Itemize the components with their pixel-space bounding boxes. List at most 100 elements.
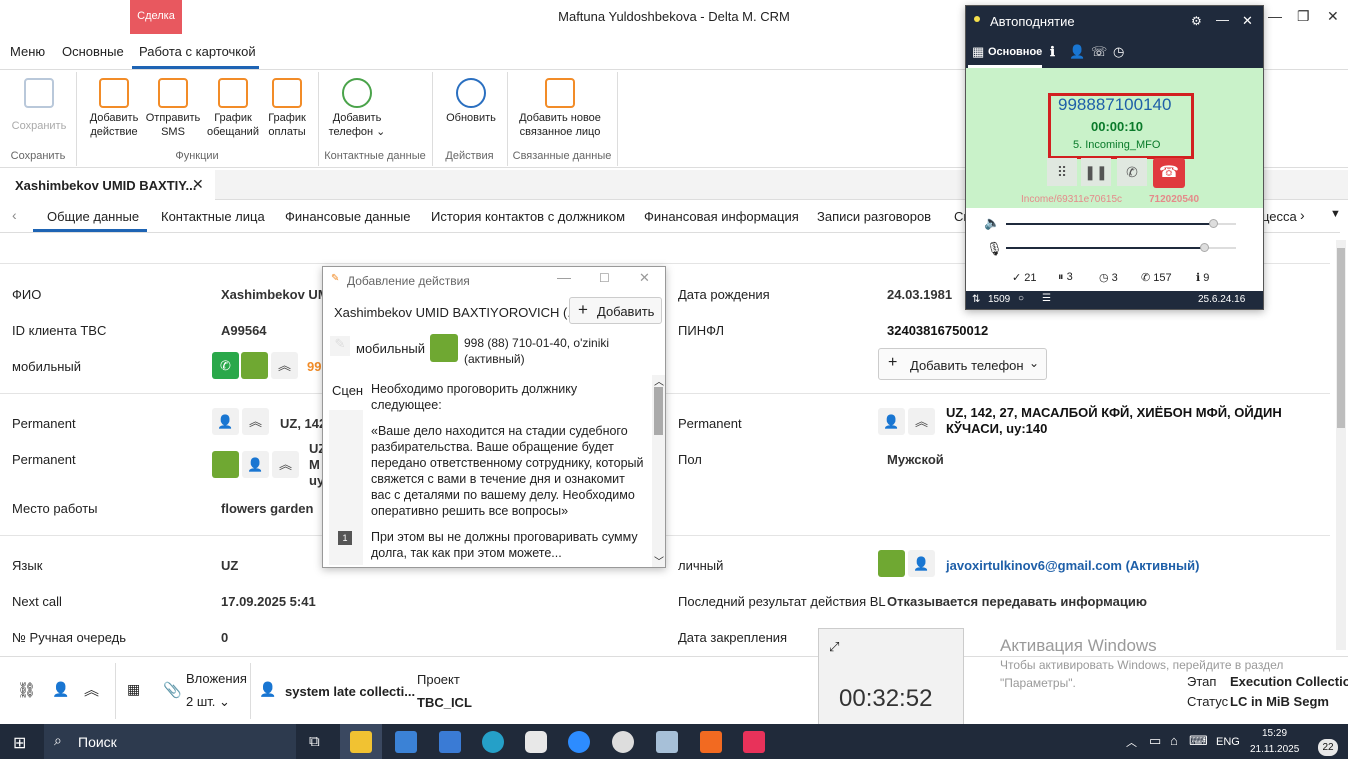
script-text-area[interactable]: Необходимо проговорить должнику следующе… [363,375,651,567]
chevron-right-icon[interactable]: › [1300,207,1305,223]
main-scrollbar[interactable] [1336,240,1346,650]
expand-icon[interactable]: ⤢ [829,639,839,655]
minimize-icon[interactable]: — [1216,12,1229,27]
save-button[interactable]: Сохранить [8,78,70,133]
attachments-count[interactable]: 2 шт. ⌄ [186,694,230,710]
task-view-icon[interactable]: ⧉ [309,733,320,750]
search-icon: ⌕ [54,732,62,748]
scrollbar-thumb[interactable] [1337,248,1345,428]
volume-slider[interactable] [1006,219,1236,228]
add-phone-button[interactable]: Добавить телефон ⌄ [326,78,388,139]
slack-icon[interactable] [525,731,547,753]
close-icon[interactable]: ✕ [1327,8,1339,25]
document-tab[interactable]: Xashimbekov UMID BAXTIY... ✕ [0,170,215,200]
scroll-up-icon[interactable]: ︿ [654,373,664,388]
status-button[interactable] [241,352,268,379]
person-icon[interactable]: 👤 [52,681,69,698]
taskbar-search[interactable]: ⌕ Поиск [44,724,296,759]
remote-desktop-icon[interactable] [656,731,678,753]
promise-schedule-button[interactable]: График обещаний [204,78,262,139]
edge-icon[interactable] [482,731,504,753]
crm-app-icon[interactable] [700,731,722,753]
mic-knob[interactable] [1199,243,1209,252]
add-phone-dropdown[interactable]: + Добавить телефон ⌄ [878,348,1047,380]
scroll-down-icon[interactable]: ﹀ [654,553,664,568]
tab-contact-history[interactable]: История контактов с должником [431,209,625,224]
volume-knob[interactable] [1209,219,1218,228]
chevron-up-icon[interactable]: ︿ [1126,734,1137,750]
row-number: 1 [338,531,352,545]
activation-title: Активация Windows [1000,636,1157,655]
zoom-icon[interactable] [568,731,590,753]
dialog-add-button[interactable]: + Добавить [569,297,662,324]
status-button[interactable] [878,550,905,577]
status-button[interactable] [212,451,239,478]
gear-icon[interactable]: ⚙ [1191,14,1202,28]
send-sms-button[interactable]: Отправить SMS [144,78,202,139]
clock-app-icon[interactable] [612,731,634,753]
refresh-button[interactable]: Обновить [440,78,502,125]
media-app-icon[interactable] [743,731,765,753]
field-label-permanent-2: Permanent [12,452,76,467]
link-icon[interactable]: ⛓ [17,681,36,699]
add-action-button[interactable]: Добавить действие [86,78,142,139]
person-icon[interactable]: 👤 [1069,44,1085,60]
minimize-icon[interactable]: — [557,269,571,285]
notification-badge[interactable]: 22 [1318,739,1338,756]
file-explorer-icon[interactable] [350,731,372,753]
operator-name: system late collecti... [285,684,416,699]
maximize-icon[interactable]: ☐ [599,271,610,285]
close-tab-icon[interactable]: ✕ [192,176,204,193]
info-icon[interactable]: ℹ [1050,44,1055,60]
calculator-icon[interactable]: ▦ [127,681,140,698]
hangup-icon[interactable]: ☎ [1153,158,1185,188]
calculator-app-icon[interactable] [439,731,461,753]
mic-slider[interactable] [1006,243,1236,252]
payment-schedule-button[interactable]: График оплаты [262,78,312,139]
phone-status-button[interactable] [430,334,458,362]
store-icon[interactable] [395,731,417,753]
tab-contacts[interactable]: Контактные лица [161,209,265,224]
priority-up-icon[interactable]: ︽ [84,679,99,700]
field-value-email[interactable]: javoxirtulkinov6@gmail.com (Активный) [946,558,1199,573]
tab-main[interactable]: Основное [988,46,1042,58]
chevron-left-icon[interactable]: ‹ [12,207,17,223]
tab-financial-data[interactable]: Финансовые данные [285,209,410,224]
tab-general[interactable]: Общие данные [47,209,139,224]
transfer-icon[interactable]: ✆ [1117,158,1147,186]
priority-up-icon[interactable]: ︽ [272,451,299,478]
scrollbar-thumb[interactable] [654,387,663,435]
call-button[interactable]: ✆ [212,352,239,379]
maximize-icon[interactable]: ❐ [1297,8,1310,25]
add-related-person-button[interactable]: Добавить новое связанное лицо [512,78,608,139]
menu-item-card-work[interactable]: Работа с карточкой [139,44,256,59]
keypad-icon[interactable]: ⠿ [1047,158,1077,186]
tab-process[interactable]: цесса [1262,209,1297,224]
priority-up-icon[interactable]: ︽ [908,408,935,435]
hold-icon[interactable]: ❚❚ [1081,158,1111,186]
dropdown-triangle-icon[interactable]: ▼ [1330,208,1341,220]
person-icon[interactable]: 👤 [212,408,239,435]
person-icon[interactable]: 👤 [878,408,905,435]
dialog-scrollbar[interactable]: ︿ ﹀ [652,373,665,568]
priority-up-icon[interactable]: ︽ [242,408,269,435]
minimize-icon[interactable]: — [1268,8,1282,24]
close-icon[interactable]: ✕ [1242,13,1253,29]
windows-start-icon[interactable]: ⊞ [13,733,26,753]
keyboard-icon[interactable]: ⌨ [1189,733,1208,749]
volume-icon: 🔈 [984,215,1001,230]
person-icon[interactable]: 👤 [908,550,935,577]
tab-financial-info[interactable]: Финансовая информация [644,209,799,224]
field-value-permanent-1: UZ, 142 [280,416,327,431]
phone-book-icon[interactable]: ☏ [1091,44,1107,60]
network-icon[interactable]: ⌂ [1170,733,1178,748]
tab-recordings[interactable]: Записи разговоров [817,209,931,224]
person-icon[interactable]: 👤 [242,451,269,478]
priority-up-icon[interactable]: ︽ [271,352,298,379]
menu-item-menu[interactable]: Меню [10,44,45,59]
input-language[interactable]: ENG [1216,736,1240,748]
history-icon[interactable]: ◷ [1113,44,1124,60]
edit-icon[interactable]: ✎ [330,336,350,356]
menu-item-main[interactable]: Основные [62,44,124,59]
close-icon[interactable]: ✕ [639,270,650,286]
